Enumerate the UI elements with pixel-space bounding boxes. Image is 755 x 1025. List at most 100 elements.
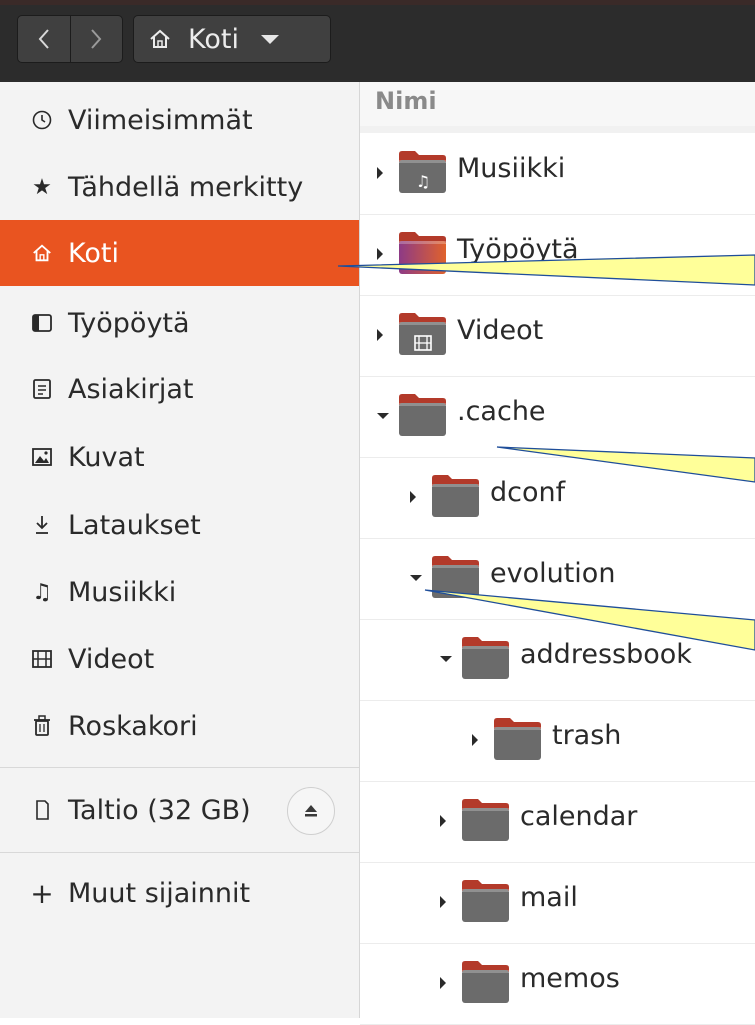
back-button[interactable]	[18, 16, 70, 62]
file-name: trash	[552, 720, 622, 751]
recent-clock-icon	[30, 108, 54, 132]
file-name: calendar	[520, 801, 638, 832]
file-row[interactable]: Videot	[360, 295, 755, 377]
trash-icon	[30, 714, 54, 738]
sidebar-item-music[interactable]: ♫ Musiikki	[0, 559, 359, 625]
star-icon: ★	[32, 174, 52, 200]
file-row[interactable]: dconf	[360, 457, 755, 539]
expander-closed-icon[interactable]	[440, 815, 446, 827]
chevron-right-icon	[91, 29, 102, 49]
file-row[interactable]: mail	[360, 862, 755, 944]
folder-icon	[494, 718, 541, 760]
header-top-edge	[0, 0, 755, 5]
folder-icon	[399, 394, 446, 436]
file-row[interactable]: memos	[360, 943, 755, 1025]
sidebar-item-label: Muut sijainnit	[68, 877, 251, 909]
expander-open-icon[interactable]	[377, 413, 389, 419]
videos-icon	[30, 647, 54, 671]
sidebar-item-trash[interactable]: Roskakori	[0, 693, 359, 759]
home-icon	[150, 29, 170, 48]
expander-closed-icon[interactable]	[377, 329, 383, 341]
file-name: Videot	[457, 315, 544, 346]
folder-icon	[432, 556, 479, 598]
sidebar-item-recent[interactable]: Viimeisimmät	[0, 87, 359, 153]
svg-text:♫: ♫	[416, 172, 430, 191]
sidebar-item-home[interactable]: Koti	[0, 220, 359, 286]
file-name: .cache	[457, 396, 546, 427]
sidebar-item-label: Asiakirjat	[68, 373, 194, 405]
sidebar-item-starred[interactable]: ★ Tähdellä merkitty	[0, 154, 359, 220]
home-icon	[30, 241, 54, 265]
sidebar-item-label: Taltio (32 GB)	[68, 794, 251, 826]
folder-icon	[399, 313, 446, 355]
file-name: Työpöytä	[457, 234, 579, 265]
folder-icon	[462, 799, 509, 841]
forward-button[interactable]	[69, 16, 123, 62]
file-row[interactable]: evolution	[360, 538, 755, 620]
file-list: Nimi ♫ Musiikki Työpöytä Videot .cache dconf e…	[360, 82, 755, 1025]
sidebar-item-pictures[interactable]: Kuvat	[0, 424, 359, 490]
file-row[interactable]: .cache	[360, 376, 755, 458]
documents-icon	[30, 377, 54, 401]
file-row[interactable]: calendar	[360, 781, 755, 863]
folder-icon	[462, 637, 509, 679]
sidebar-item-label: Roskakori	[68, 710, 198, 742]
sidebar-item-desktop[interactable]: Työpöytä	[0, 290, 359, 356]
file-name: dconf	[490, 477, 566, 508]
nav-button-group	[17, 15, 123, 63]
column-header-name[interactable]: Nimi	[360, 82, 755, 127]
sidebar-divider	[0, 852, 359, 853]
drive-icon	[30, 798, 54, 822]
sidebar-item-label: Koti	[68, 237, 119, 269]
downloads-icon	[30, 513, 54, 537]
pictures-icon	[30, 445, 54, 469]
sidebar-item-label: Viimeisimmät	[68, 104, 253, 136]
desktop-icon	[30, 311, 54, 335]
music-icon: ♫	[32, 579, 52, 605]
sidebar-item-videos[interactable]: Videot	[0, 626, 359, 692]
expander-closed-icon[interactable]	[472, 734, 478, 746]
sidebar-item-label: Kuvat	[68, 441, 145, 473]
file-name: addressbook	[520, 639, 692, 670]
sidebar-item-label: Tähdellä merkitty	[68, 171, 304, 203]
chevron-left-icon	[38, 29, 49, 49]
sidebar-item-downloads[interactable]: Lataukset	[0, 492, 359, 558]
expander-closed-icon[interactable]	[440, 977, 446, 989]
expander-closed-icon[interactable]	[377, 248, 383, 260]
path-label: Koti	[188, 23, 239, 55]
eject-icon	[305, 805, 317, 817]
column-header-label: Nimi	[375, 87, 437, 115]
sidebar: Viimeisimmät ★ Tähdellä merkitty Koti Ty…	[0, 82, 360, 1018]
folder-icon	[432, 475, 479, 517]
file-name: mail	[520, 882, 578, 913]
sidebar-divider	[0, 767, 359, 768]
plus-icon: +	[30, 876, 54, 910]
file-name: memos	[520, 963, 620, 994]
header-bar: Koti	[0, 0, 755, 82]
folder-icon	[462, 961, 509, 1003]
expander-closed-icon[interactable]	[440, 896, 446, 908]
eject-button[interactable]	[287, 787, 335, 835]
file-row[interactable]: ♫ Musiikki	[360, 133, 755, 215]
expander-closed-icon[interactable]	[410, 491, 416, 503]
file-name: Musiikki	[457, 153, 566, 184]
list-top-gap	[360, 126, 755, 133]
chevron-down-icon	[260, 34, 279, 44]
path-bar-home-button[interactable]: Koti	[133, 15, 331, 63]
sidebar-item-other-locations[interactable]: + Muut sijainnit	[0, 860, 359, 926]
sidebar-item-documents[interactable]: Asiakirjat	[0, 356, 359, 422]
file-row[interactable]: addressbook	[360, 619, 755, 701]
sidebar-item-label: Videot	[68, 643, 155, 675]
sidebar-item-label: Työpöytä	[68, 307, 190, 339]
folder-icon: ♫	[399, 151, 446, 193]
expander-open-icon[interactable]	[410, 575, 422, 581]
file-name: evolution	[490, 558, 616, 589]
sidebar-item-label: Musiikki	[68, 576, 177, 608]
expander-open-icon[interactable]	[440, 656, 452, 662]
expander-closed-icon[interactable]	[377, 167, 383, 179]
folder-icon	[462, 880, 509, 922]
file-row[interactable]: Työpöytä	[360, 214, 755, 296]
sidebar-item-label: Lataukset	[68, 509, 201, 541]
folder-icon	[399, 232, 446, 274]
file-row[interactable]: trash	[360, 700, 755, 782]
